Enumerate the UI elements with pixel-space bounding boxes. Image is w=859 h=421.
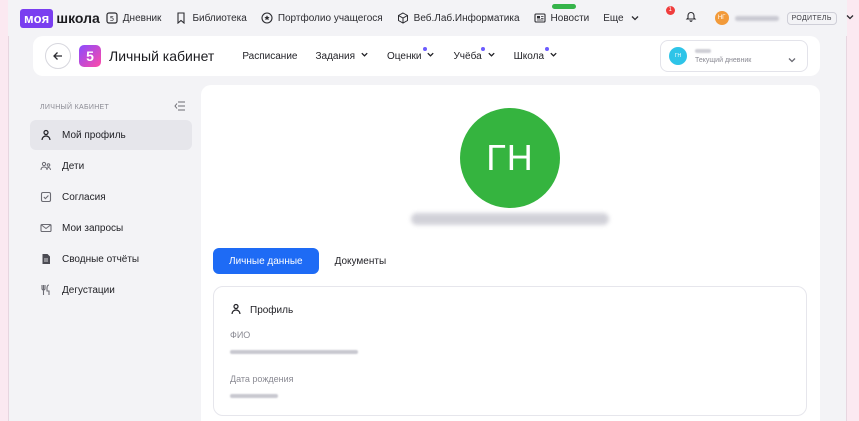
arrow-left-icon bbox=[53, 52, 62, 60]
chevron-down-icon bbox=[787, 52, 797, 70]
sidebar-item-label: Дегустации bbox=[62, 284, 115, 296]
header-nav-school-label: Школа bbox=[513, 50, 545, 62]
sidebar-item-label: Мой профиль bbox=[62, 129, 126, 141]
header-nav-school[interactable]: Школа bbox=[513, 47, 558, 62]
five-logo: 5 bbox=[79, 45, 101, 67]
news-new-badge bbox=[551, 4, 576, 9]
profile-card-title: Профиль bbox=[250, 305, 294, 316]
header-nav-tasks[interactable]: Задания bbox=[315, 50, 369, 62]
children-icon bbox=[40, 160, 52, 172]
mail-icon bbox=[40, 222, 52, 234]
top-nav-weblab-label: Веб.Лаб.Информатика bbox=[413, 12, 520, 24]
top-nav-news[interactable]: Новости bbox=[533, 4, 590, 24]
new-dot bbox=[423, 47, 427, 51]
top-nav-links: 5 Дневник Библиотека Портфолио учащегося… bbox=[106, 4, 655, 24]
chevron-down-icon bbox=[629, 12, 641, 24]
field-value-birth-date-blurred bbox=[230, 394, 278, 398]
cube-icon bbox=[397, 12, 409, 24]
sidebar-item-label: Сводные отчёты bbox=[62, 253, 140, 265]
sidebar: ЛИЧНЫЙ КАБИНЕТ Мой профиль Дети Согласия… bbox=[30, 94, 192, 306]
user-name-blurred bbox=[734, 15, 779, 21]
sidebar-item-children[interactable]: Дети bbox=[30, 151, 192, 181]
svg-text:5: 5 bbox=[110, 15, 114, 23]
sidebar-item-tastings[interactable]: Дегустации bbox=[30, 275, 192, 305]
profile-fullname-blurred bbox=[411, 213, 609, 225]
logo-moya: моя bbox=[20, 8, 54, 28]
new-dot bbox=[481, 47, 486, 51]
checkbox-icon bbox=[40, 191, 52, 203]
current-diary-select[interactable]: ГН Текущий дневник bbox=[660, 40, 808, 72]
top-nav-library-label: Библиотека bbox=[192, 12, 247, 24]
top-nav-more-label: Еще bbox=[603, 12, 624, 24]
profile-avatar: ГН bbox=[460, 108, 560, 208]
field-label-fio: ФИО bbox=[230, 330, 251, 340]
person-icon bbox=[230, 303, 242, 318]
sidebar-title: ЛИЧНЫЙ КАБИНЕТ bbox=[40, 103, 110, 111]
sidebar-item-label: Дети bbox=[62, 160, 85, 172]
role-badge: РОДИТЕЛЬ bbox=[786, 11, 837, 25]
news-icon bbox=[533, 12, 546, 24]
tab-personal-data[interactable]: Личные данные bbox=[213, 248, 319, 274]
chevron-down-icon bbox=[426, 50, 435, 62]
sidebar-item-my-requests[interactable]: Мои запросы bbox=[30, 213, 192, 243]
logo-shkola: школа bbox=[56, 10, 100, 26]
header-nav-schedule-label: Расписание bbox=[242, 50, 298, 62]
header-nav-schedule[interactable]: Расписание bbox=[242, 51, 297, 62]
header-bar: 5 Личный кабинет Расписание Задания Оцен… bbox=[33, 36, 820, 76]
sidebar-item-consents[interactable]: Согласия bbox=[30, 182, 192, 212]
top-nav-library[interactable]: Библиотека bbox=[175, 12, 247, 24]
top-nav-diary[interactable]: 5 Дневник bbox=[106, 12, 162, 24]
new-dot bbox=[544, 47, 549, 51]
report-icon bbox=[40, 253, 52, 265]
top-nav-portfolio[interactable]: Портфолио учащегося bbox=[261, 12, 383, 24]
header-nav-study[interactable]: Учёба bbox=[453, 47, 496, 62]
header-nav-tasks-label: Задания bbox=[315, 50, 355, 62]
page-title: Личный кабинет bbox=[109, 48, 215, 64]
cutlery-icon bbox=[40, 284, 52, 296]
profile-main-panel: ГН Личные данные Документы Профиль ФИО Д… bbox=[201, 85, 820, 421]
header-nav-study-label: Учёба bbox=[453, 50, 482, 62]
header-nav: Расписание Задания Оценки Учёба Школа bbox=[242, 47, 576, 62]
diary-text: Текущий дневник bbox=[695, 48, 752, 64]
profile-card-header: Профиль bbox=[230, 303, 293, 318]
header-nav-grades-label: Оценки bbox=[387, 50, 422, 62]
diary-subtitle: Текущий дневник bbox=[695, 56, 752, 64]
diary-name-blurred bbox=[695, 48, 711, 53]
user-avatar: НГ bbox=[714, 11, 729, 25]
sidebar-item-label: Мои запросы bbox=[62, 222, 124, 234]
header-nav-grades[interactable]: Оценки bbox=[387, 47, 435, 62]
bell-icon[interactable] bbox=[685, 9, 697, 27]
top-navigation-bar: моя школа 5 Дневник Библиотека Портфолио… bbox=[8, 0, 854, 36]
top-nav-more[interactable]: Еще bbox=[603, 12, 640, 24]
top-nav-diary-label: Дневник bbox=[122, 12, 162, 24]
field-value-fio-blurred bbox=[230, 350, 358, 354]
diary-icon: 5 bbox=[106, 12, 118, 24]
bookmark-icon bbox=[175, 12, 187, 24]
chevron-down-icon bbox=[549, 50, 558, 62]
top-nav-portfolio-label: Портфолио учащегося bbox=[277, 12, 383, 24]
user-menu[interactable]: НГ РОДИТЕЛЬ bbox=[714, 9, 855, 27]
sidebar-item-my-profile[interactable]: Мой профиль bbox=[30, 120, 192, 150]
person-icon bbox=[40, 129, 52, 141]
top-nav-weblab[interactable]: Веб.Лаб.Информатика bbox=[397, 12, 520, 24]
back-button[interactable] bbox=[45, 43, 71, 69]
sidebar-item-summary-reports[interactable]: Сводные отчёты bbox=[30, 244, 192, 274]
moya-shkola-logo[interactable]: моя школа bbox=[20, 8, 100, 28]
star-badge-icon bbox=[261, 12, 273, 24]
sidebar-item-label: Согласия bbox=[62, 191, 106, 203]
profile-card: Профиль ФИО Дата рождения bbox=[213, 286, 807, 416]
diary-avatar: ГН bbox=[669, 47, 687, 65]
notification-count-badge: 1 bbox=[665, 6, 675, 15]
chevron-down-icon bbox=[487, 50, 496, 62]
collapse-sidebar-icon[interactable] bbox=[174, 98, 186, 116]
top-nav-news-label: Новости bbox=[550, 12, 590, 24]
sidebar-header: ЛИЧНЫЙ КАБИНЕТ bbox=[30, 94, 192, 120]
chevron-down-icon bbox=[845, 9, 855, 27]
chevron-down-icon bbox=[360, 50, 369, 62]
tab-documents[interactable]: Документы bbox=[319, 248, 403, 274]
field-label-birth-date: Дата рождения bbox=[230, 374, 294, 384]
profile-tabs: Личные данные Документы bbox=[213, 248, 402, 274]
